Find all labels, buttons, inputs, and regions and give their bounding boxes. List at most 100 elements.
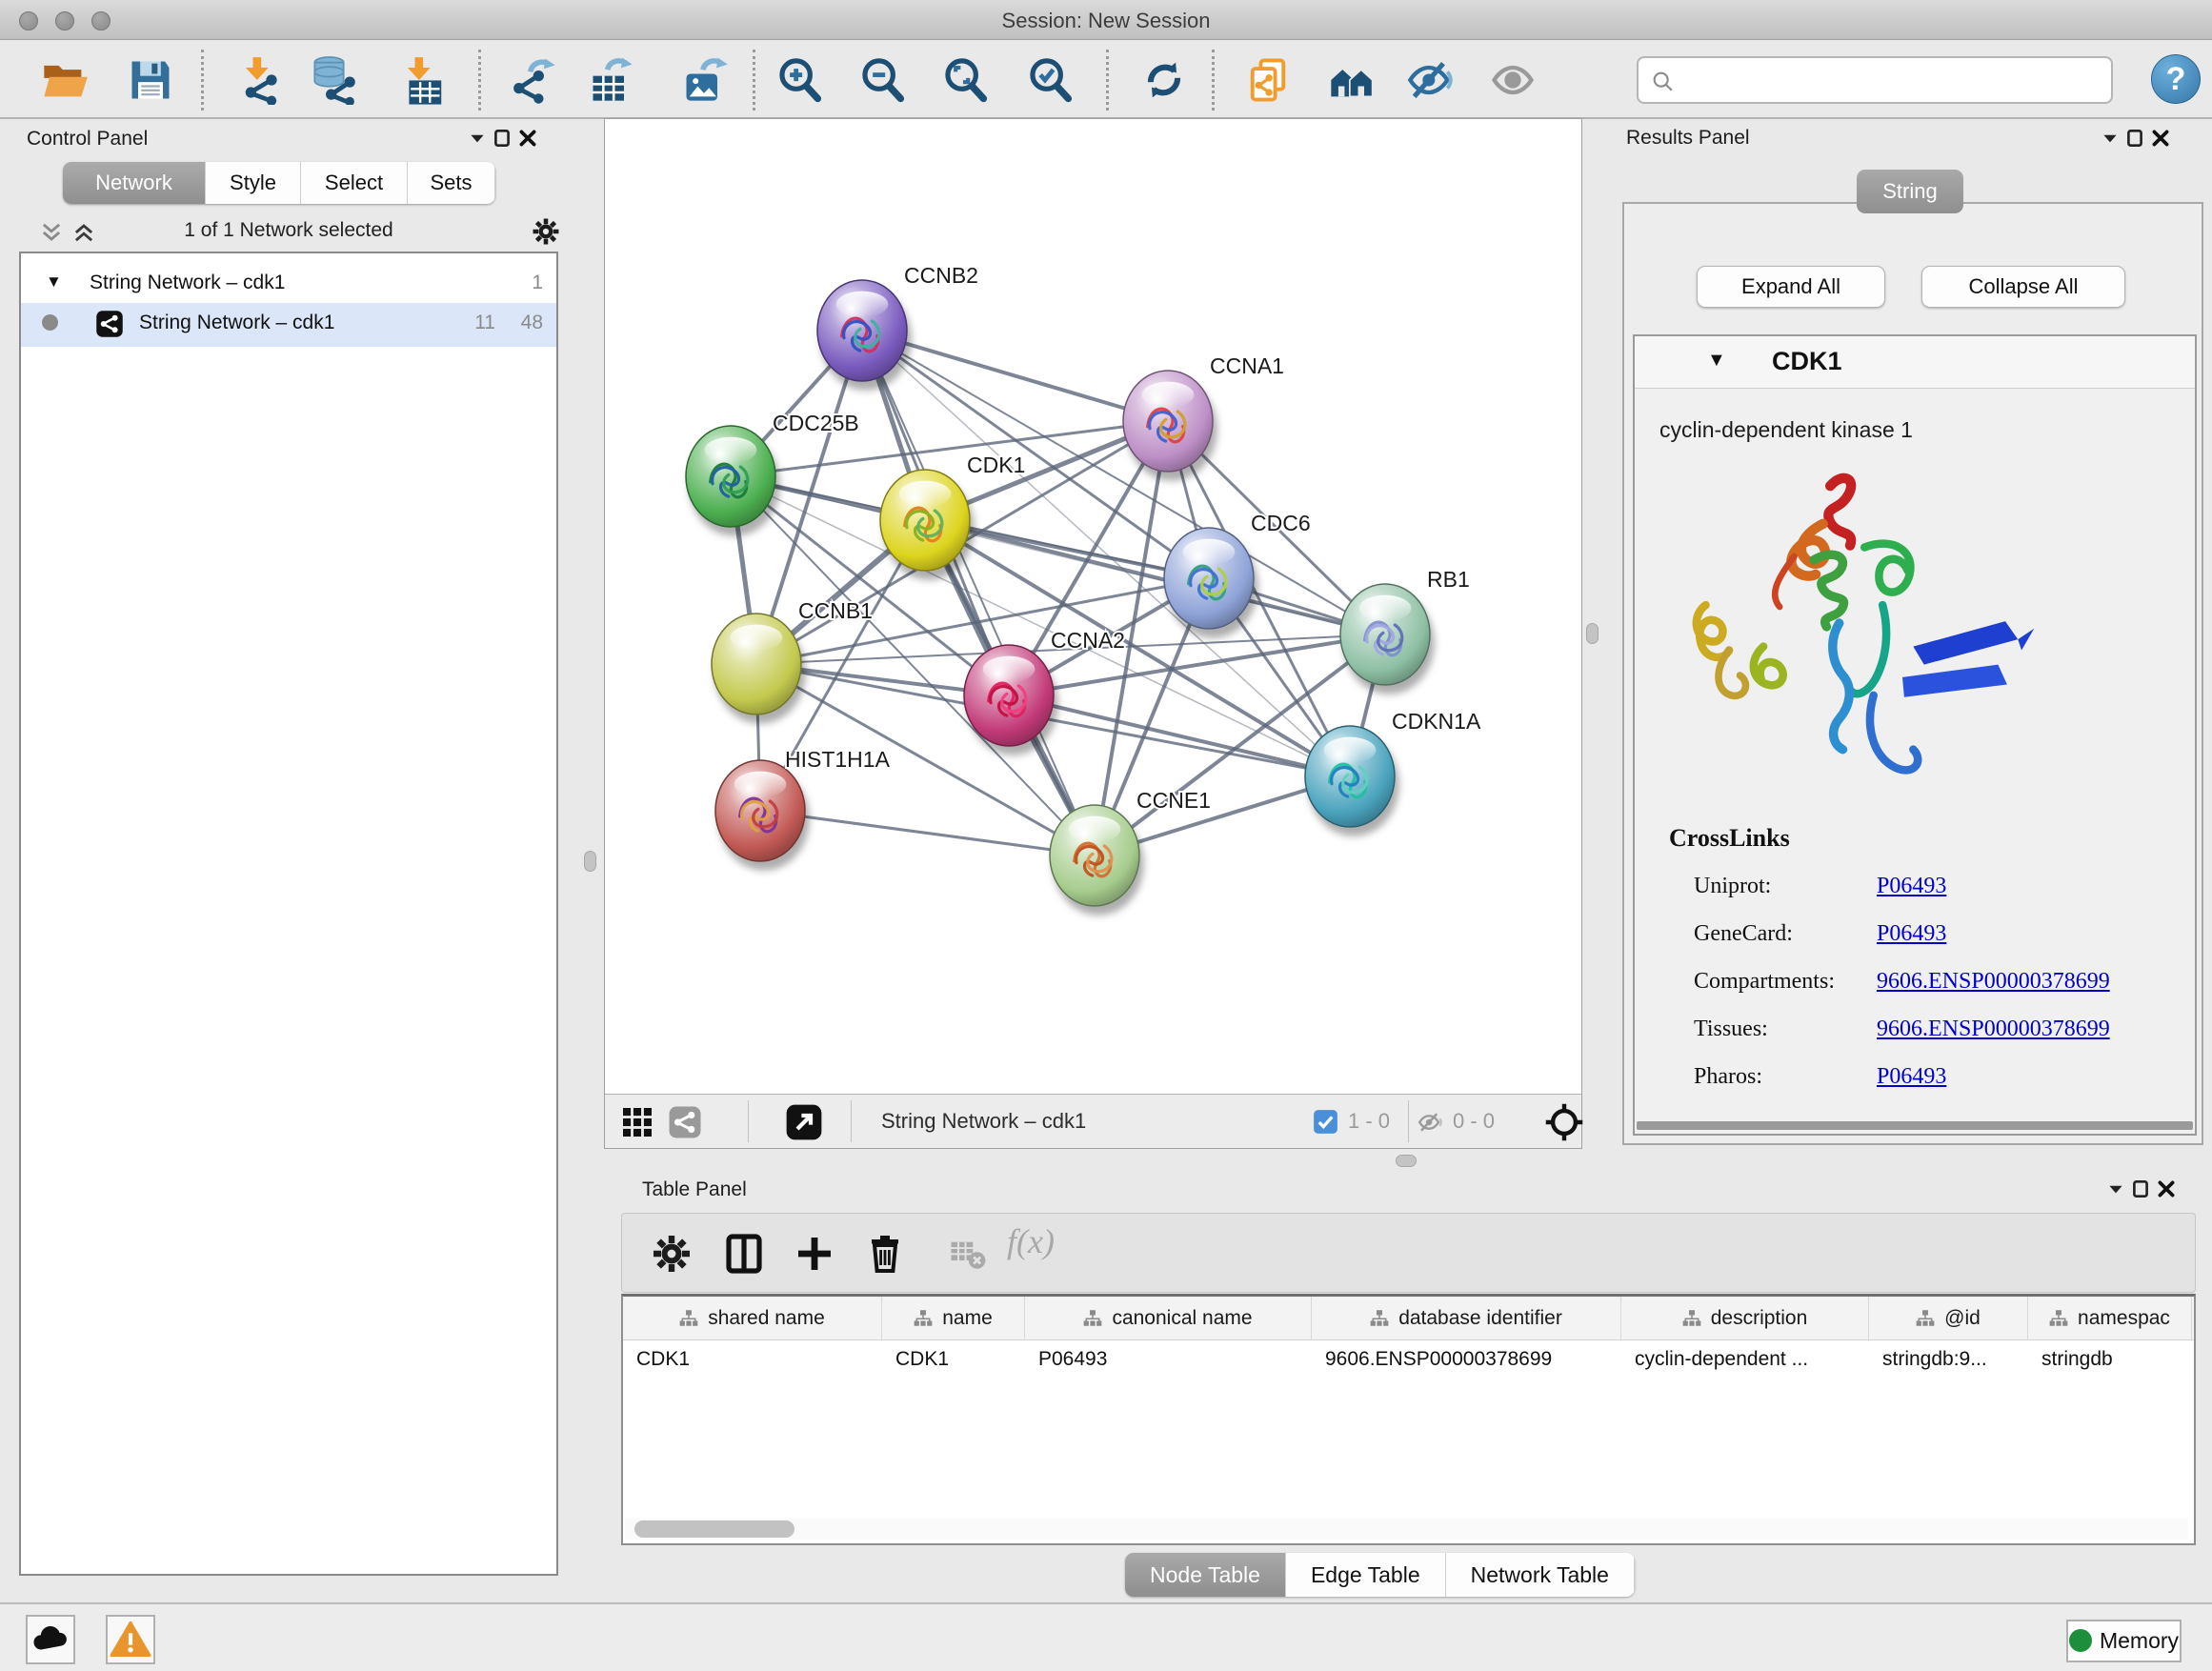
crosslink-link[interactable]: P06493: [1877, 874, 1946, 899]
table-cell[interactable]: cyclin-dependent ...: [1621, 1340, 1869, 1382]
cloud-button[interactable]: [26, 1615, 75, 1664]
table-horizontal-scrollbar[interactable]: [625, 1519, 2188, 1540]
crosslink-link[interactable]: 9606.ENSP00000378699: [1877, 969, 2110, 995]
hidden-eye-icon[interactable]: [1417, 1108, 1445, 1137]
scrollbar-thumb[interactable]: [634, 1520, 794, 1538]
open-session-icon[interactable]: [40, 55, 90, 105]
selected-checkbox-icon[interactable]: [1313, 1109, 1338, 1135]
edge-CDK1-RB1[interactable]: [925, 520, 1385, 634]
save-session-icon[interactable]: [126, 55, 175, 105]
export-table-icon[interactable]: [587, 55, 636, 105]
column-header-shared-name[interactable]: shared name: [623, 1297, 882, 1340]
protein-section-scrollbar[interactable]: [1637, 1121, 2193, 1130]
table-cell[interactable]: 9606.ENSP00000378699: [1312, 1340, 1621, 1382]
network-node-CCNE1[interactable]: [1050, 805, 1139, 906]
help-button[interactable]: ?: [2151, 54, 2201, 104]
collection-expand-icon[interactable]: ▼: [46, 272, 62, 292]
import-network-database-icon[interactable]: [311, 55, 360, 105]
edge-CCNB2-CCNA1[interactable]: [862, 331, 1168, 421]
export-network-icon[interactable]: [510, 55, 559, 105]
network-node-RB1[interactable]: [1340, 584, 1430, 685]
memory-button[interactable]: Memory: [2066, 1620, 2182, 1662]
expand-all-button[interactable]: Expand All: [1697, 266, 1885, 308]
detach-view-icon[interactable]: [784, 1102, 824, 1142]
table-cell[interactable]: P06493: [1025, 1340, 1312, 1382]
search-input[interactable]: [1684, 62, 2103, 98]
tab-edge-table[interactable]: Edge Table: [1286, 1553, 1446, 1597]
crosslink-link[interactable]: P06493: [1877, 1064, 1946, 1090]
search-field[interactable]: [1637, 56, 2113, 104]
column-header-name[interactable]: name: [882, 1297, 1025, 1340]
network-options-gear-icon[interactable]: [530, 215, 562, 248]
float-panel-icon[interactable]: [492, 128, 513, 149]
import-table-icon[interactable]: [396, 55, 446, 105]
close-panel-icon[interactable]: [517, 128, 538, 149]
close-panel-icon[interactable]: [2156, 1178, 2177, 1199]
network-node-CDC25B[interactable]: [686, 426, 775, 527]
column-header-database-identifier[interactable]: database identifier: [1312, 1297, 1621, 1340]
tab-sets[interactable]: Sets: [408, 162, 495, 204]
tab-node-table[interactable]: Node Table: [1125, 1553, 1286, 1597]
edge-HIST1H1A-CCNE1[interactable]: [760, 811, 1095, 856]
zoom-selected-icon[interactable]: [1026, 55, 1076, 105]
crosslink-link[interactable]: P06493: [1877, 921, 1946, 947]
protein-section-header[interactable]: ▼ CDK1: [1635, 336, 2195, 389]
table-cell[interactable]: CDK1: [623, 1340, 882, 1382]
edge-CCNB2-CCNE1[interactable]: [862, 331, 1095, 856]
delete-column-icon[interactable]: [862, 1231, 908, 1277]
protein-collapse-icon[interactable]: ▼: [1707, 350, 1726, 372]
export-image-icon[interactable]: [680, 55, 730, 105]
first-neighbors-icon[interactable]: [1327, 55, 1377, 105]
column-header-canonical-name[interactable]: canonical name: [1025, 1297, 1312, 1340]
network-collection-row[interactable]: ▼ String Network – cdk1 1: [21, 265, 556, 307]
table-cell[interactable]: stringdb:9...: [1869, 1340, 2028, 1382]
zoom-fit-icon[interactable]: [941, 55, 991, 105]
column-header-namespac[interactable]: namespac: [2028, 1297, 2192, 1340]
network-node-CDC6[interactable]: [1164, 528, 1254, 629]
function-builder-icon[interactable]: f(x): [1007, 1221, 1093, 1267]
tab-string[interactable]: String: [1857, 170, 1963, 213]
column-header-description[interactable]: description: [1621, 1297, 1869, 1340]
left-splitter-handle[interactable]: [584, 851, 596, 872]
float-panel-icon[interactable]: [2124, 128, 2145, 149]
panel-menu-icon[interactable]: [2100, 128, 2121, 149]
tab-select[interactable]: Select: [301, 162, 408, 204]
network-node-CCNA1[interactable]: [1123, 371, 1213, 472]
warning-button[interactable]: [106, 1615, 155, 1664]
table-row[interactable]: CDK1CDK1P064939606.ENSP00000378699cyclin…: [623, 1340, 2194, 1382]
hide-selected-icon[interactable]: [1406, 55, 1456, 105]
network-node-CDK1[interactable]: [880, 470, 970, 571]
grid-view-icon[interactable]: [620, 1105, 654, 1139]
delete-table-icon[interactable]: [948, 1231, 988, 1277]
panel-menu-icon[interactable]: [467, 128, 488, 149]
tab-network-table[interactable]: Network Table: [1446, 1553, 1635, 1597]
float-panel-icon[interactable]: [2130, 1178, 2151, 1199]
network-node-CCNA2[interactable]: [964, 645, 1054, 746]
network-row-selected[interactable]: String Network – cdk1 11 48: [21, 303, 556, 347]
crosslink-link[interactable]: 9606.ENSP00000378699: [1877, 1017, 2110, 1042]
table-cell[interactable]: CDK1: [882, 1340, 1025, 1382]
table-cell[interactable]: stringdb: [2028, 1340, 2192, 1382]
bottom-splitter-handle[interactable]: [1396, 1155, 1417, 1167]
network-canvas[interactable]: CCNB2CCNA1CDC25BCDK1CDC6RB1CCNB1CCNA2CDK…: [604, 118, 1582, 1149]
network-node-CCNB2[interactable]: [817, 280, 907, 381]
close-panel-icon[interactable]: [2150, 128, 2171, 149]
birdseye-toggle-icon[interactable]: [1543, 1101, 1585, 1143]
duplicate-network-icon[interactable]: [1243, 55, 1293, 105]
network-node-CCNB1[interactable]: [712, 614, 801, 715]
network-node-HIST1H1A[interactable]: [715, 760, 805, 861]
tab-network[interactable]: Network: [63, 162, 206, 204]
zoom-in-icon[interactable]: [775, 55, 825, 105]
network-view-icon[interactable]: [668, 1105, 702, 1139]
collapse-all-button[interactable]: Collapse All: [1921, 266, 2125, 308]
show-columns-icon[interactable]: [721, 1231, 767, 1277]
table-options-gear-icon[interactable]: [649, 1231, 694, 1277]
create-column-icon[interactable]: [792, 1231, 837, 1277]
column-header-@id[interactable]: @id: [1869, 1297, 2028, 1340]
network-graph[interactable]: CCNB2CCNA1CDC25BCDK1CDC6RB1CCNB1CCNA2CDK…: [605, 119, 1581, 1094]
network-node-CDKN1A[interactable]: [1305, 726, 1395, 827]
refresh-layout-icon[interactable]: [1139, 55, 1189, 105]
panel-menu-icon[interactable]: [2105, 1178, 2126, 1199]
zoom-out-icon[interactable]: [858, 55, 908, 105]
tab-style[interactable]: Style: [206, 162, 301, 204]
